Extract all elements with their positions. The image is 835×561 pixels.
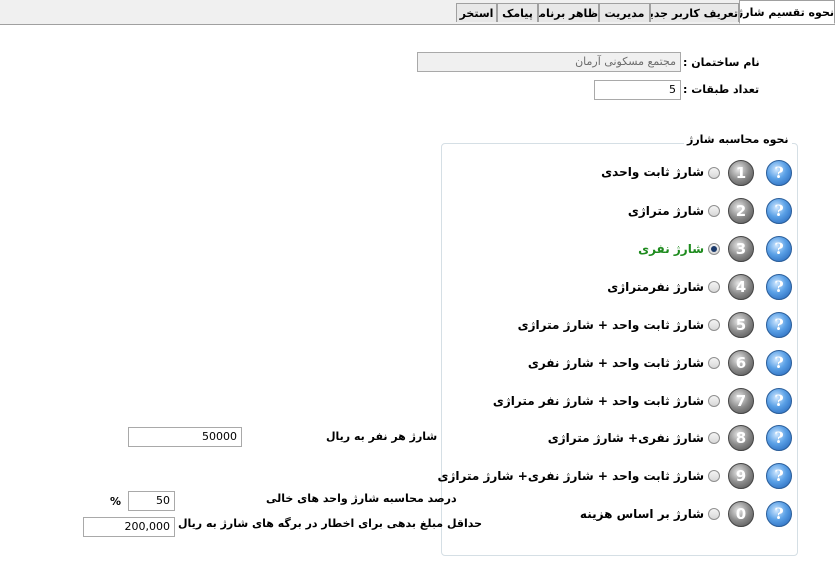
option-8-label[interactable]: شارژ نفری+ شارژ متراژی xyxy=(548,431,704,445)
option-7-radio[interactable] xyxy=(708,395,720,407)
number-3-icon: 3 xyxy=(728,236,754,262)
option-0-label[interactable]: شارژ بر اساس هزینه xyxy=(580,507,704,521)
per-person-charge-label: شارژ هر نفر به ریال xyxy=(326,430,438,443)
tab-sms[interactable]: پیامک xyxy=(497,3,538,22)
tab-appearance[interactable]: ظاهر برنامه xyxy=(538,3,599,22)
help-icon[interactable]: ? xyxy=(766,501,792,527)
help-icon[interactable]: ? xyxy=(766,312,792,338)
option-8-radio[interactable] xyxy=(708,432,720,444)
option-4-radio[interactable] xyxy=(708,281,720,293)
help-icon[interactable]: ? xyxy=(766,274,792,300)
vacant-percent-field[interactable]: 50 xyxy=(128,491,175,511)
percent-unit: % xyxy=(110,495,122,508)
tab-bar: نحوه تقسیم شارژ تعریف کاربر جدید مدیریت … xyxy=(0,0,835,25)
option-7-label[interactable]: شارژ ثابت واحد + شارژ نفر متراژی xyxy=(493,394,704,408)
number-0-icon: 0 xyxy=(728,501,754,527)
min-debt-label: حداقل مبلغ بدهی برای اخطار در برگه های ش… xyxy=(178,517,483,530)
option-5-radio[interactable] xyxy=(708,319,720,331)
help-icon[interactable]: ? xyxy=(766,350,792,376)
option-2-radio[interactable] xyxy=(708,205,720,217)
help-icon[interactable]: ? xyxy=(766,463,792,489)
option-3-label[interactable]: شارژ نفری xyxy=(638,242,704,256)
tab-charge-division[interactable]: نحوه تقسیم شارژ xyxy=(739,0,835,24)
option-2-label[interactable]: شارژ متراژی xyxy=(628,204,704,218)
number-4-icon: 4 xyxy=(728,274,754,300)
per-person-charge-field[interactable]: 50000 xyxy=(128,427,242,447)
tab-pool[interactable]: استخر xyxy=(456,3,497,22)
help-icon[interactable]: ? xyxy=(766,425,792,451)
option-0-radio[interactable] xyxy=(708,508,720,520)
number-5-icon: 5 xyxy=(728,312,754,338)
option-5-label[interactable]: شارژ ثابت واحد + شارژ متراژی xyxy=(518,318,704,332)
tab-management[interactable]: مدیریت xyxy=(599,3,650,22)
help-icon[interactable]: ? xyxy=(766,160,792,186)
number-9-icon: 9 xyxy=(728,463,754,489)
option-4-label[interactable]: شارژ نفرمتراژی xyxy=(607,280,704,294)
floors-label: تعداد طبقات : xyxy=(683,83,760,96)
help-icon[interactable]: ? xyxy=(766,388,792,414)
help-icon[interactable]: ? xyxy=(766,198,792,224)
number-7-icon: 7 xyxy=(728,388,754,414)
number-6-icon: 6 xyxy=(728,350,754,376)
help-icon[interactable]: ? xyxy=(766,236,792,262)
option-3-radio[interactable] xyxy=(708,243,720,255)
building-name-label: نام ساختمان : xyxy=(683,56,760,69)
number-8-icon: 8 xyxy=(728,425,754,451)
number-1-icon: 1 xyxy=(728,160,754,186)
floors-field[interactable]: 5 xyxy=(594,80,681,100)
option-6-label[interactable]: شارژ ثابت واحد + شارژ نفری xyxy=(528,356,704,370)
option-1-label[interactable]: شارژ ثابت واحدی xyxy=(601,165,704,179)
option-6-radio[interactable] xyxy=(708,357,720,369)
min-debt-field[interactable]: 200,000 xyxy=(83,517,175,537)
option-9-radio[interactable] xyxy=(708,470,720,482)
building-name-field[interactable]: مجتمع مسکونی آرمان xyxy=(417,52,681,72)
vacant-percent-label: درصد محاسبه شارژ واحد های خالی xyxy=(266,492,457,505)
option-9-label[interactable]: شارژ ثابت واحد + شارژ نفری+ شارژ متراژی xyxy=(437,469,704,483)
option-1-radio[interactable] xyxy=(708,167,720,179)
calc-method-title: نحوه محاسبه شارژ xyxy=(684,133,792,146)
number-2-icon: 2 xyxy=(728,198,754,224)
tab-new-user[interactable]: تعریف کاربر جدید xyxy=(650,3,739,22)
